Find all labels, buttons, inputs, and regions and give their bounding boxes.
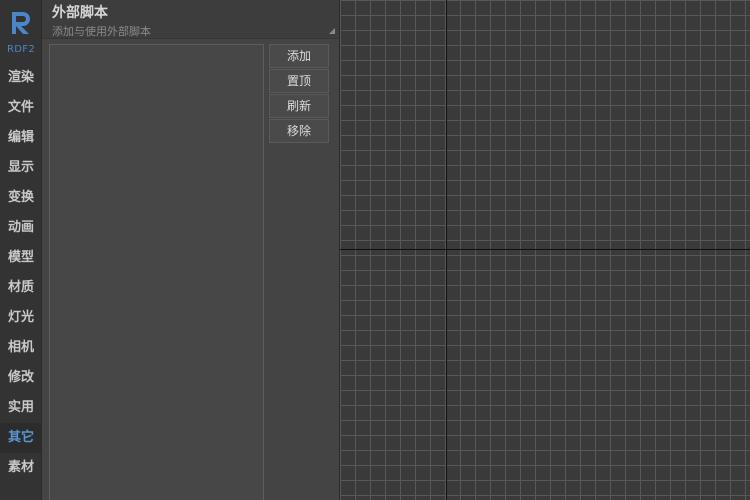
sidebar-item-file[interactable]: 文件 — [0, 93, 42, 123]
sidebar-item-modify[interactable]: 修改 — [0, 363, 42, 393]
remove-button[interactable]: 移除 — [269, 119, 329, 143]
sidebar-item-assets[interactable]: 素材 — [0, 453, 42, 483]
sidebar-item-transform[interactable]: 变换 — [0, 183, 42, 213]
sidebar-item-display[interactable]: 显示 — [0, 153, 42, 183]
sidebar-item-animation[interactable]: 动画 — [0, 213, 42, 243]
y-axis-line — [446, 0, 447, 500]
logo-icon — [12, 12, 30, 34]
button-column: 添加 置顶 刷新 移除 — [269, 44, 329, 144]
logo-text: RDF2 — [7, 44, 35, 55]
sidebar-item-edit[interactable]: 编辑 — [0, 123, 42, 153]
sidebar-item-camera[interactable]: 相机 — [0, 333, 42, 363]
add-button[interactable]: 添加 — [269, 44, 329, 68]
script-list[interactable] — [49, 44, 264, 500]
move-to-top-button[interactable]: 置顶 — [269, 69, 329, 93]
sidebar-item-other[interactable]: 其它 — [0, 423, 42, 453]
x-axis-line — [340, 249, 750, 250]
panel-header: 外部脚本 添加与使用外部脚本 — [42, 0, 339, 39]
sidebar-item-light[interactable]: 灯光 — [0, 303, 42, 333]
script-panel: 外部脚本 添加与使用外部脚本 添加 置顶 刷新 移除 — [42, 0, 340, 500]
sidebar-nav: 渲染 文件 编辑 显示 变换 动画 模型 材质 灯光 相机 修改 实用 其它 素… — [0, 63, 42, 483]
app-window: RDF2 渲染 文件 编辑 显示 变换 动画 模型 材质 灯光 相机 修改 实用… — [0, 0, 750, 500]
sidebar: RDF2 渲染 文件 编辑 显示 变换 动画 模型 材质 灯光 相机 修改 实用… — [0, 0, 42, 500]
panel-subtitle: 添加与使用外部脚本 — [52, 25, 151, 38]
sidebar-item-model[interactable]: 模型 — [0, 243, 42, 273]
panel-title: 外部脚本 — [52, 5, 108, 21]
sidebar-item-utility[interactable]: 实用 — [0, 393, 42, 423]
refresh-button[interactable]: 刷新 — [269, 94, 329, 118]
viewport-grid[interactable] — [340, 0, 750, 500]
sidebar-item-material[interactable]: 材质 — [0, 273, 42, 303]
sidebar-item-render[interactable]: 渲染 — [0, 63, 42, 93]
resize-grip-icon[interactable] — [329, 28, 335, 34]
